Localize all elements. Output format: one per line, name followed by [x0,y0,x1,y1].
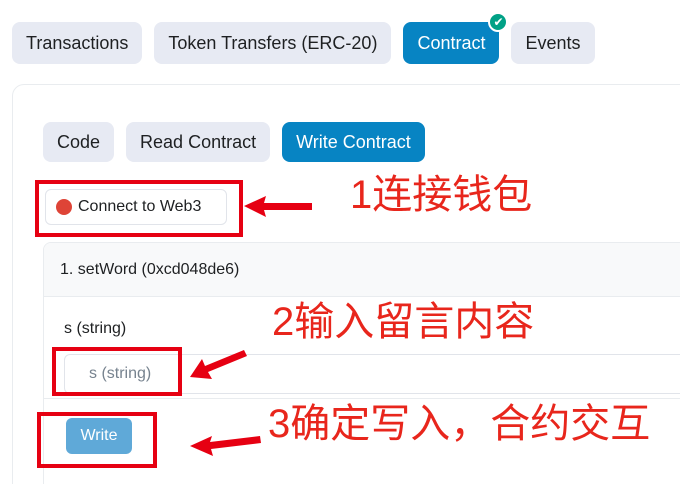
arrow-icon [244,196,312,217]
annotation-step3: 3确定写入，合约交互 [268,402,651,446]
annotation-step1: 1连接钱包 [350,173,533,217]
arrow-icon [190,436,261,456]
annotation-step2: 2输入留言内容 [272,300,535,344]
arrow-icon [190,350,247,379]
